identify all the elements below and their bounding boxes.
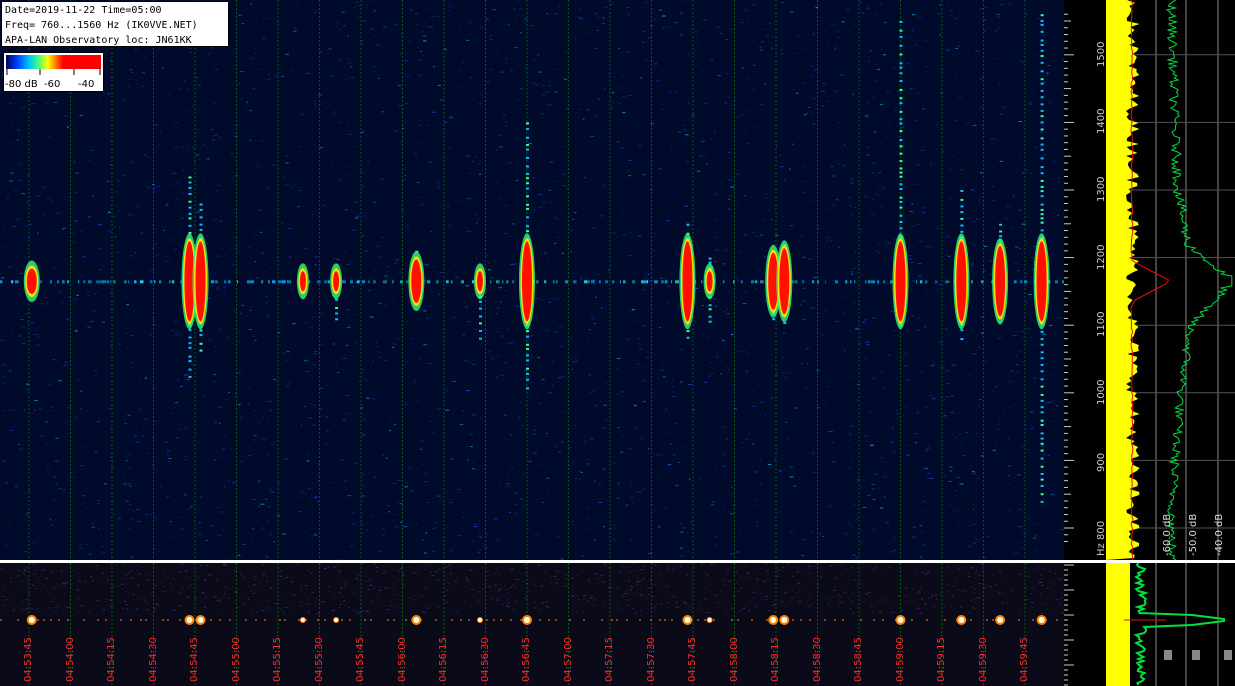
spectrum-bottom-marker <box>1224 650 1232 660</box>
meteor-echoes <box>23 14 1050 503</box>
info-location: APA-LAN Observatory loc: JN61KK <box>5 35 192 46</box>
colorbar-label-max: -40 <box>78 79 95 90</box>
spectrum-bottom-fill <box>1106 563 1130 686</box>
bottom-echo <box>26 615 37 625</box>
meteor-echo <box>703 257 716 323</box>
meteor-echo <box>296 263 309 300</box>
time-tick-label: 04:56:30 <box>479 637 491 682</box>
meteor-echo <box>23 260 40 303</box>
spectrum-db-tick-label: -50.0 dB <box>1188 513 1199 556</box>
colorbar-label-min: -80 dB <box>5 79 38 90</box>
time-tick-label: 04:54:00 <box>64 637 76 682</box>
time-tick-label: 04:58:00 <box>728 637 740 682</box>
bottom-echo <box>195 615 206 625</box>
bottom-echo <box>411 615 422 625</box>
meteor-echo <box>953 190 970 341</box>
time-tick-label: 04:57:30 <box>645 637 657 682</box>
colorbar-label-mid: -60 <box>44 79 61 90</box>
bottom-echo <box>682 615 693 625</box>
spectrum-bottom-marker <box>1164 650 1172 660</box>
meteor-echo <box>1033 14 1050 503</box>
bottom-noise <box>0 563 1064 614</box>
bottom-echo <box>522 615 532 625</box>
time-tick-label: 04:54:15 <box>106 637 117 682</box>
colorbar-gradient <box>6 55 101 69</box>
meteor-echo <box>330 263 343 321</box>
bottom-echo <box>706 617 713 623</box>
spectrum-bottom-marker <box>1192 650 1200 660</box>
bottom-echo <box>1036 615 1047 625</box>
time-tick-label: 04:55:45 <box>355 637 366 682</box>
spectrum-red-trace <box>1130 0 1170 560</box>
bottom-echo <box>768 615 779 625</box>
meteor-echo <box>408 250 425 312</box>
spectrum-db-tick-label: -40.0 dB <box>1214 513 1225 556</box>
bottom-echo <box>299 617 306 623</box>
time-tick-label: 04:59:30 <box>977 637 989 682</box>
time-tick-label: 04:56:45 <box>521 637 532 682</box>
meteor-echo <box>992 223 1009 325</box>
time-tick-label: 04:55:30 <box>313 637 325 682</box>
time-tick-label: 04:56:15 <box>438 637 449 682</box>
time-tick-label: 04:56:00 <box>396 637 408 682</box>
time-tick-label: 04:55:15 <box>272 637 283 682</box>
time-tick-label: 04:58:15 <box>770 637 781 682</box>
spectrum-plot <box>1106 0 1235 560</box>
main-waterfall <box>0 0 1064 560</box>
time-tick-label: 04:54:45 <box>189 637 200 682</box>
frequency-axis-bottom <box>1064 563 1106 686</box>
time-tick-label: 04:53:45 <box>23 637 34 682</box>
bottom-echo <box>779 615 790 625</box>
info-freq: Freq= 760...1560 Hz (IK0VVE.NET) <box>5 20 198 31</box>
meteor-echo <box>776 240 793 324</box>
time-tick-label: 04:54:30 <box>147 637 159 682</box>
colorbar-ticks <box>6 69 101 75</box>
bottom-echo <box>333 617 340 623</box>
bottom-echo <box>995 615 1006 625</box>
spectrum-peak-trace <box>1165 0 1233 560</box>
main-waterfall-plot <box>0 0 1064 560</box>
info-box: Date=2019-11-22 Time=05:00 Freq= 760...1… <box>1 1 229 47</box>
spectrum-panel <box>1106 0 1235 560</box>
time-tick-label: 04:59:00 <box>894 637 906 682</box>
bottom-echo <box>956 615 967 625</box>
meteor-echo <box>519 122 535 390</box>
frequency-axis-ticks <box>1064 13 1074 543</box>
frequency-axis <box>1064 0 1106 560</box>
spectrum-plot-bottom <box>1106 563 1232 686</box>
spectrum-panel-bottom <box>1106 563 1235 686</box>
time-tick-label: 04:58:30 <box>811 637 823 682</box>
spectrum-avg-fill <box>1106 0 1140 560</box>
time-tick-label: 04:55:00 <box>230 637 242 682</box>
bottom-echo <box>184 615 195 625</box>
time-tick-label: 04:57:45 <box>687 637 698 682</box>
time-tick-label: 04:58:45 <box>853 637 864 682</box>
bottom-echo <box>895 615 906 625</box>
info-date-time: Date=2019-11-22 Time=05:00 <box>5 5 162 16</box>
spectrum-db-tick-label: -60.0 dB <box>1162 513 1173 556</box>
time-tick-label: 04:57:15 <box>604 637 615 682</box>
time-tick-label: 04:59:45 <box>1019 637 1030 682</box>
time-tick-label: 04:57:00 <box>562 637 574 682</box>
frequency-axis-bottom-ticks <box>1064 564 1074 686</box>
colorbar-legend: -80 dB -60 -40 <box>3 52 104 92</box>
meteor-echo <box>473 263 486 340</box>
bottom-echo <box>476 617 483 623</box>
spectrum-bottom-peak <box>1133 563 1225 686</box>
time-tick-label: 04:59:15 <box>936 637 947 682</box>
